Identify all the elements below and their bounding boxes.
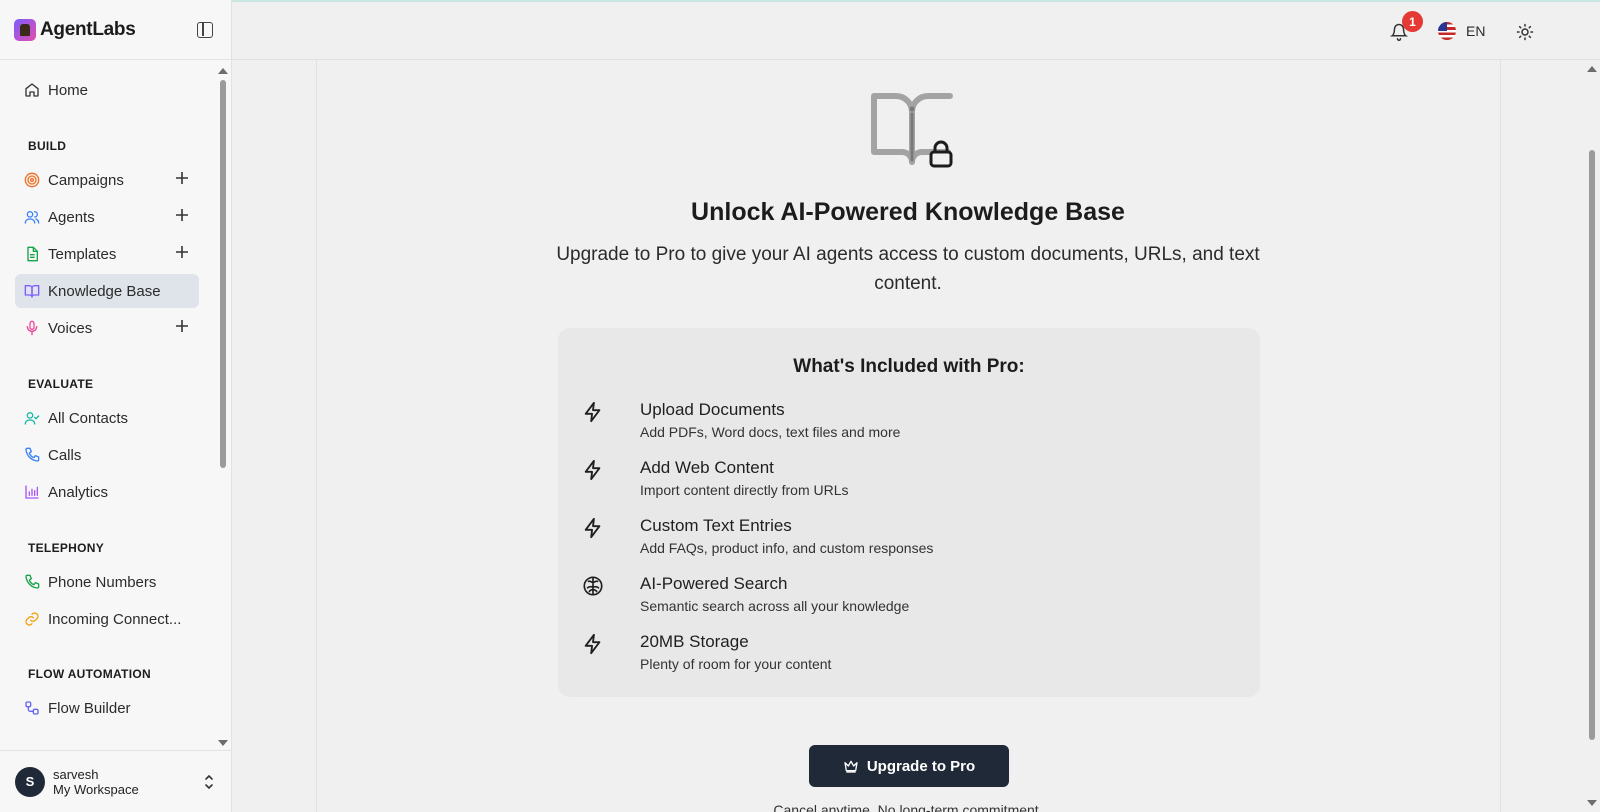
- sidebar-item-knowledge-base[interactable]: Knowledge Base: [15, 274, 199, 308]
- user-name: sarvesh: [53, 766, 99, 782]
- brain-icon: [583, 576, 603, 596]
- top-header: 1 EN: [232, 0, 1600, 60]
- sidebar-toggle-icon[interactable]: [197, 22, 213, 38]
- users-icon: [24, 211, 40, 224]
- zap-icon: [584, 401, 601, 423]
- section-telephony: TELEPHONY: [28, 541, 105, 555]
- notification-badge: 1: [1402, 11, 1423, 32]
- sun-icon[interactable]: [1516, 23, 1534, 41]
- sidebar-item-label: Home: [48, 81, 89, 99]
- page-subtitle: Upgrade to Pro to give your AI agents ac…: [556, 244, 1260, 294]
- main-scroll-thumb[interactable]: [1589, 150, 1595, 740]
- section-flow-automation: FLOW AUTOMATION: [28, 667, 151, 681]
- section-evaluate: EVALUATE: [28, 377, 94, 391]
- feature-title: Add Web Content: [640, 458, 774, 477]
- plus-icon[interactable]: [175, 171, 189, 185]
- feature-description: Add FAQs, product info, and custom respo…: [640, 540, 934, 556]
- plus-icon[interactable]: [175, 245, 189, 259]
- plus-icon[interactable]: [175, 208, 189, 222]
- microphone-icon: [26, 320, 38, 336]
- feature-description: Plenty of room for your content: [640, 656, 832, 672]
- sidebar-item-flow-builder[interactable]: Flow Builder: [15, 691, 199, 725]
- language-selector[interactable]: EN: [1438, 22, 1485, 40]
- file-text-icon: [27, 246, 38, 262]
- main-content: Unlock AI-Powered Knowledge Base Upgrade…: [232, 60, 1584, 812]
- cancel-note: Cancel anytime. No long-term commitment.: [773, 802, 1043, 812]
- language-label: EN: [1466, 23, 1486, 39]
- brand-name: AgentLabs: [40, 18, 136, 40]
- zap-icon: [584, 459, 601, 481]
- sidebar-item-calls[interactable]: Calls: [15, 438, 199, 472]
- content-border-right: [1500, 60, 1501, 812]
- sidebar-item-label: Knowledge Base: [48, 282, 161, 300]
- content-border-left: [316, 60, 317, 812]
- upgrade-button-label: Upgrade to Pro: [866, 757, 976, 775]
- sidebar-nav: Home BUILD Campaigns Agents Templates Kn…: [0, 61, 216, 747]
- avatar: S: [15, 766, 45, 797]
- sidebar-item-label: Calls: [48, 446, 82, 464]
- sidebar-item-label: Flow Builder: [48, 699, 131, 717]
- feature-title: 20MB Storage: [640, 632, 749, 651]
- brand[interactable]: AgentLabs: [0, 0, 231, 60]
- sidebar-item-label: Incoming Connect...: [48, 610, 182, 628]
- feature-description: Add PDFs, Word docs, text files and more: [640, 424, 901, 440]
- scroll-up-arrow-icon[interactable]: [218, 68, 228, 74]
- scroll-down-arrow-icon[interactable]: [218, 740, 228, 746]
- book-lock-icon: [871, 93, 953, 168]
- section-build: BUILD: [28, 139, 67, 153]
- sidebar-item-phone-numbers[interactable]: Phone Numbers: [15, 565, 199, 599]
- sidebar-item-agents[interactable]: Agents: [15, 200, 199, 234]
- sidebar-item-label: All Contacts: [48, 409, 129, 427]
- target-icon: [24, 172, 40, 188]
- feature-title: AI-Powered Search: [640, 574, 788, 593]
- feature-description: Import content directly from URLs: [640, 482, 849, 498]
- sidebar-item-voices[interactable]: Voices: [15, 311, 199, 345]
- sidebar-item-label: Phone Numbers: [48, 573, 157, 591]
- workspace-info: sarvesh My Workspace: [53, 767, 139, 797]
- crown-icon: [844, 760, 858, 773]
- sidebar-item-campaigns[interactable]: Campaigns: [15, 163, 199, 197]
- chevron-up-down-icon[interactable]: [203, 773, 215, 791]
- sidebar-item-label: Campaigns: [48, 171, 124, 189]
- scroll-down-arrow-icon[interactable]: [1587, 800, 1597, 806]
- sidebar-item-label: Voices: [48, 319, 93, 337]
- feature-description: Semantic search across all your knowledg…: [640, 598, 910, 614]
- zap-icon: [584, 633, 601, 655]
- scroll-up-arrow-icon[interactable]: [1587, 66, 1597, 72]
- brand-logo-icon: [14, 18, 36, 41]
- workspace-name: My Workspace: [53, 781, 139, 797]
- home-icon: [25, 83, 39, 97]
- plus-icon[interactable]: [175, 319, 189, 333]
- sidebar-item-incoming-connections[interactable]: Incoming Connect...: [15, 602, 199, 636]
- sidebar: AgentLabs Home BUILD Campaigns Agents Te…: [0, 0, 232, 812]
- sidebar-scroll-thumb[interactable]: [220, 80, 226, 468]
- link-icon: [25, 612, 39, 626]
- upgrade-to-pro-button[interactable]: Upgrade to Pro: [809, 745, 1009, 787]
- sidebar-item-home[interactable]: Home: [15, 73, 199, 107]
- phone-icon: [25, 574, 40, 589]
- feature-title: Upload Documents: [640, 400, 785, 419]
- sidebar-item-analytics[interactable]: Analytics: [15, 475, 199, 509]
- page-title: Unlock AI-Powered Knowledge Base: [691, 198, 1125, 226]
- zap-icon: [584, 517, 601, 539]
- pro-features-card: What's Included with Pro: Upload Documen…: [558, 328, 1260, 697]
- sidebar-item-templates[interactable]: Templates: [15, 237, 199, 271]
- sidebar-item-label: Analytics: [48, 483, 109, 501]
- book-open-icon: [24, 285, 40, 298]
- sidebar-item-label: Agents: [48, 208, 95, 226]
- phone-icon: [25, 447, 40, 462]
- sidebar-item-label: Templates: [48, 245, 117, 263]
- bar-chart-icon: [25, 485, 39, 499]
- workflow-icon: [25, 701, 39, 715]
- feature-title: Custom Text Entries: [640, 516, 792, 535]
- workspace-switcher[interactable]: S sarvesh My Workspace: [0, 750, 231, 812]
- sidebar-item-all-contacts[interactable]: All Contacts: [15, 401, 199, 435]
- us-flag-icon: [1438, 22, 1456, 40]
- user-check-icon: [24, 412, 40, 425]
- card-title: What's Included with Pro:: [793, 356, 1025, 377]
